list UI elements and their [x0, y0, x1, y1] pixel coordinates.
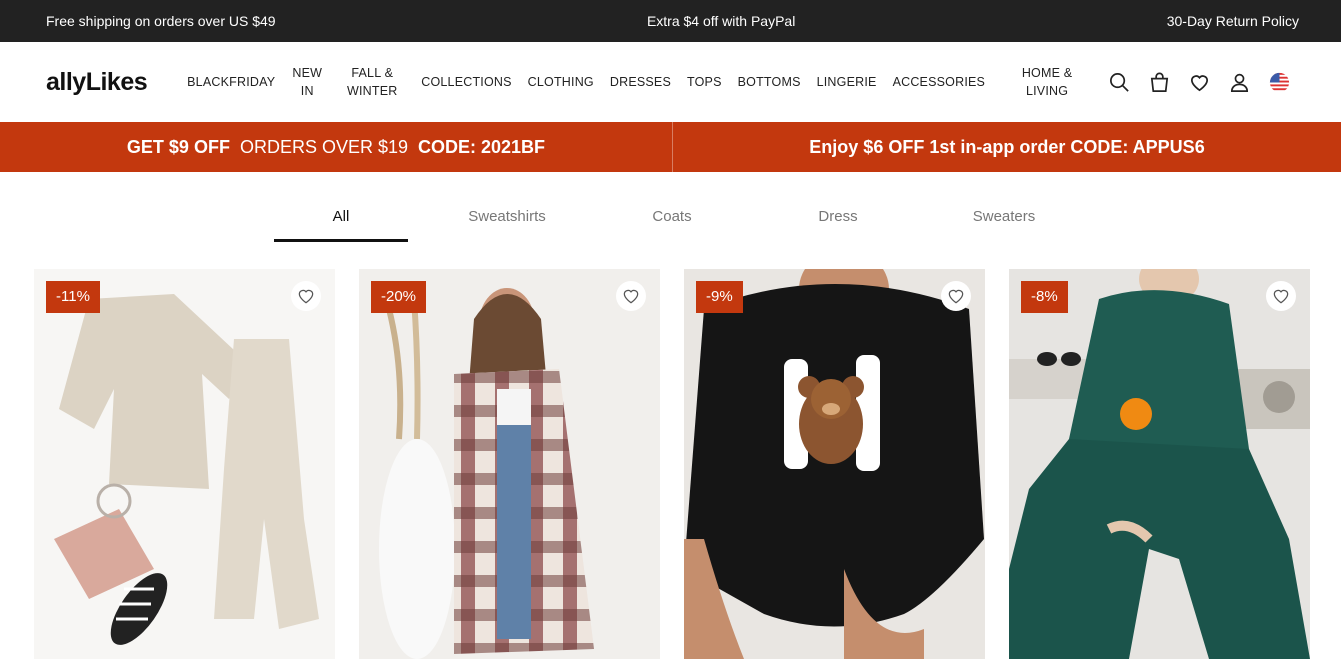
product-image[interactable] [359, 269, 660, 659]
discount-badge: -9% [696, 281, 743, 313]
nav-item-dresses[interactable]: DRESSES [602, 73, 679, 91]
return-policy-link[interactable]: 30-Day Return Policy [1167, 13, 1299, 29]
user-icon[interactable] [1228, 71, 1251, 94]
promo-code-text: CODE: 2021BF [418, 136, 546, 157]
heart-icon[interactable] [1188, 71, 1211, 94]
search-icon[interactable] [1108, 71, 1131, 94]
product-card[interactable]: -11% [34, 269, 335, 659]
bag-icon[interactable] [1148, 71, 1171, 94]
nav-item-lingerie[interactable]: LINGERIE [809, 73, 885, 91]
heart-icon [948, 289, 964, 304]
discount-badge: -11% [46, 281, 100, 313]
promo-blackfriday-code[interactable]: GET $9 OFF ORDERS OVER $19 CODE: 2021BF [0, 122, 673, 172]
discount-badge: -20% [371, 281, 427, 313]
main-nav: BLACKFRIDAY NEW IN FALL & WINTER COLLECT… [179, 64, 1087, 100]
product-image[interactable] [34, 269, 335, 659]
active-tab-indicator [274, 239, 408, 242]
nav-item-clothing[interactable]: CLOTHING [520, 73, 602, 91]
tab-sweaters[interactable]: Sweaters [937, 208, 1071, 225]
tab-dress[interactable]: Dress [771, 208, 905, 225]
wishlist-button[interactable] [941, 281, 971, 311]
free-shipping-text: Free shipping on orders over US $49 [46, 13, 276, 29]
product-card[interactable]: -20% [359, 269, 660, 659]
nav-item-accessories[interactable]: ACCESSORIES [885, 73, 994, 91]
tab-all[interactable]: All [274, 208, 408, 225]
heart-icon [1273, 289, 1289, 304]
category-tabs: All Sweatshirts Coats Dress Sweaters [0, 172, 1341, 270]
wishlist-button[interactable] [1266, 281, 1296, 311]
product-card[interactable]: -8% [1009, 269, 1310, 659]
tab-sweatshirts[interactable]: Sweatshirts [440, 208, 574, 225]
promo-banner: GET $9 OFF ORDERS OVER $19 CODE: 2021BF … [0, 122, 1341, 172]
wishlist-button[interactable] [291, 281, 321, 311]
site-logo[interactable]: allyLikes [46, 68, 148, 97]
paypal-offer-text: Extra $4 off with PayPal [646, 13, 796, 29]
product-card[interactable]: -9% [684, 269, 985, 659]
wishlist-button[interactable] [616, 281, 646, 311]
heart-icon [623, 289, 639, 304]
nav-item-new-in[interactable]: NEW IN [283, 64, 331, 100]
nav-item-fall-winter[interactable]: FALL & WINTER [331, 64, 413, 100]
promo-app-code[interactable]: Enjoy $6 OFF 1st in-app order CODE: APPU… [673, 122, 1341, 172]
site-header: allyLikes BLACKFRIDAY NEW IN FALL & WINT… [0, 42, 1341, 122]
top-announcement-bar: Free shipping on orders over US $49 Extr… [0, 0, 1341, 42]
tab-coats[interactable]: Coats [605, 208, 739, 225]
promo-discount-text: GET $9 OFF [126, 136, 230, 157]
nav-item-blackfriday[interactable]: BLACKFRIDAY [179, 73, 283, 91]
product-grid: -11% -20% -9% -8% [34, 269, 1310, 659]
heart-icon [298, 289, 314, 304]
nav-item-bottoms[interactable]: BOTTOMS [730, 73, 809, 91]
discount-badge: -8% [1021, 281, 1068, 313]
header-icons [1108, 42, 1291, 122]
nav-item-home-living[interactable]: HOME & LIVING [1007, 64, 1087, 100]
promo-threshold-text: ORDERS OVER $19 [239, 136, 409, 157]
product-image[interactable] [684, 269, 985, 659]
product-image[interactable] [1009, 269, 1310, 659]
us-flag-icon[interactable] [1268, 71, 1291, 94]
nav-item-tops[interactable]: TOPS [679, 73, 730, 91]
nav-item-collections[interactable]: COLLECTIONS [413, 73, 519, 91]
